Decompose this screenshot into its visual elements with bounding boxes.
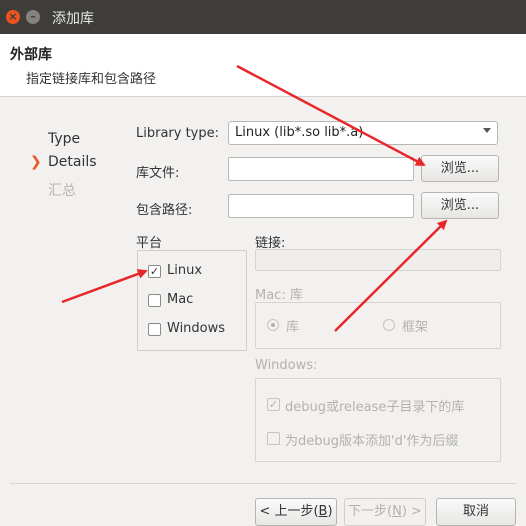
platform-group: ✓ Linux Mac Windows bbox=[137, 250, 247, 351]
next-mnemonic: N bbox=[392, 504, 402, 519]
chevron-down-icon bbox=[483, 128, 491, 133]
linux-checkbox[interactable]: ✓ bbox=[148, 265, 161, 278]
mac-library-option-label: 库 bbox=[286, 320, 300, 335]
chevron-right-icon: ❯ bbox=[30, 154, 42, 170]
windows-group: ✓ debug或release子目录下的库 为debug版本添加'd'作为后缀 bbox=[255, 378, 501, 462]
browse-include-path-button[interactable]: 浏览... bbox=[421, 192, 499, 219]
mac-label: Mac bbox=[167, 292, 194, 307]
platform-label: 平台 bbox=[136, 236, 163, 251]
mac-framework-radio[interactable] bbox=[383, 319, 395, 331]
windows-section-label: Windows: bbox=[255, 358, 318, 373]
page-title: 外部库 bbox=[10, 47, 52, 63]
back-button-suffix: ) bbox=[327, 504, 333, 519]
back-button-label: < 上一步( bbox=[259, 504, 319, 519]
lib-file-input[interactable] bbox=[228, 157, 414, 181]
page-subtitle: 指定链接库和包含路径 bbox=[26, 72, 157, 87]
library-type-value: Linux (lib*.so lib*.a) bbox=[235, 125, 364, 140]
debug-release-subdir-label: debug或release子目录下的库 bbox=[285, 400, 465, 415]
library-type-select[interactable]: Linux (lib*.so lib*.a) bbox=[228, 121, 498, 145]
debug-suffix-checkbox[interactable] bbox=[267, 432, 280, 445]
check-icon: ✓ bbox=[149, 265, 160, 278]
link-input bbox=[255, 249, 501, 271]
check-icon: ✓ bbox=[268, 398, 279, 411]
next-button-suffix: ) > bbox=[401, 504, 422, 519]
step-summary: 汇总 bbox=[48, 183, 76, 199]
windows-checkbox[interactable] bbox=[148, 323, 161, 336]
include-path-label: 包含路径: bbox=[136, 203, 193, 218]
arrow-to-linux-checkbox bbox=[61, 269, 148, 304]
include-path-input[interactable] bbox=[228, 194, 414, 218]
next-button-label: 下一步( bbox=[348, 504, 393, 519]
minimize-icon[interactable]: – bbox=[26, 10, 40, 24]
debug-suffix-label: 为debug版本添加'd'作为后缀 bbox=[285, 434, 459, 449]
close-icon[interactable]: × bbox=[6, 10, 20, 24]
window-title: 添加库 bbox=[52, 11, 94, 27]
linux-label: Linux bbox=[167, 263, 203, 278]
mac-group: 库 框架 bbox=[255, 302, 501, 349]
mac-library-radio[interactable] bbox=[267, 319, 279, 331]
separator bbox=[10, 483, 516, 484]
library-type-label: Library type: bbox=[136, 126, 220, 141]
windows-label: Windows bbox=[167, 321, 226, 336]
step-type: Type bbox=[48, 131, 81, 147]
mac-library-label: Mac: 库 bbox=[255, 288, 303, 303]
lib-file-label: 库文件: bbox=[136, 166, 180, 181]
browse-lib-file-button[interactable]: 浏览... bbox=[421, 155, 499, 182]
mac-framework-option-label: 框架 bbox=[402, 320, 429, 335]
step-details: Details bbox=[48, 154, 97, 170]
radio-dot-icon bbox=[271, 323, 275, 327]
wizard-header: 外部库 指定链接库和包含路径 bbox=[0, 34, 526, 97]
debug-release-subdir-checkbox[interactable]: ✓ bbox=[267, 398, 280, 411]
mac-checkbox[interactable] bbox=[148, 294, 161, 307]
window-titlebar: × – 添加库 bbox=[0, 0, 526, 34]
